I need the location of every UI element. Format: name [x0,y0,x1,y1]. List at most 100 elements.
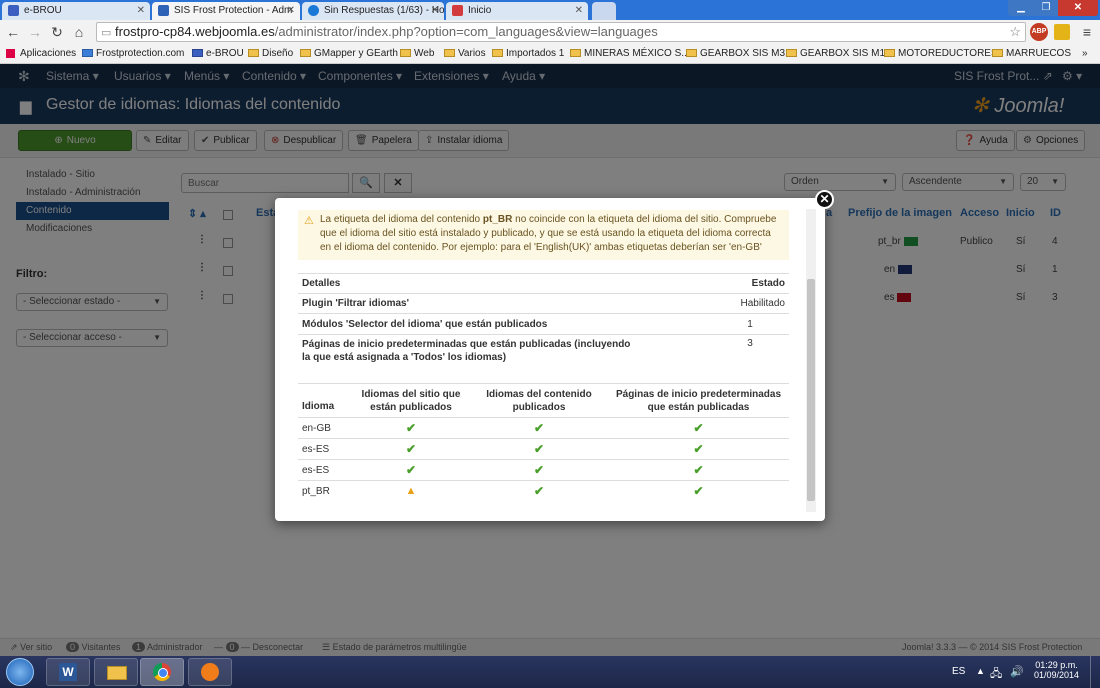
col-idiomas-sitio: Idiomas del sitio que están publicados [352,383,470,418]
close-tab-icon[interactable]: ✕ [137,2,145,19]
check-icon: ✔ [470,459,608,481]
browser-tab-sis-frost[interactable]: SIS Frost Protection - Adm ✕ [152,2,300,20]
word-taskbar-icon[interactable]: W [46,658,90,686]
bookmark-frostprotection[interactable]: Frostprotection.com [82,44,184,63]
browser-tab-inicio[interactable]: Inicio ✕ [446,2,588,20]
col-idioma: Idioma [298,383,352,418]
check-icon: ✔ [352,438,470,460]
network-icon[interactable]: 🖧 [990,665,1002,684]
bookmark-diseno[interactable]: Diseño [248,44,293,63]
page-icon: ▭ [101,27,112,39]
browser-address-bar: ← → ↻ ⌂ ▭ frostpro-cp84.webjoomla.es/adm… [0,20,1100,44]
check-icon: ✔ [470,417,608,439]
forward-arrow-icon[interactable]: → [26,22,44,42]
extension-icon[interactable] [1054,24,1070,40]
ebrou-favicon-icon [8,5,19,16]
warning-alert: ⚠ La etiqueta del idioma del contenido p… [298,210,789,260]
table-row: en-GB ✔ ✔ ✔ [298,417,789,439]
detail-label: Páginas de inicio predeterminadas que es… [298,334,711,367]
lang-tag: es-ES [298,438,352,460]
bookmark-varios[interactable]: Varios [444,44,486,63]
check-icon: ✔ [608,459,789,481]
forum-favicon-icon [308,5,319,16]
detail-value: Habilitado [711,293,789,314]
warning-triangle-icon: ▲ [352,480,470,502]
bookmark-web[interactable]: Web [400,44,434,63]
multilingual-status-modal: ⚠ La etiqueta del idioma del contenido p… [275,198,825,521]
details-header: Detalles [298,273,711,294]
start-button[interactable] [6,658,34,686]
avast-taskbar-icon[interactable] [188,658,232,686]
detail-label: Módulos 'Selector del idioma' que están … [298,313,711,335]
site-favicon-icon [192,49,203,57]
col-paginas-inicio: Páginas de inicio predeterminadas que es… [608,383,789,418]
browser-tab-ebrou[interactable]: e-BROU ✕ [2,2,150,20]
detail-value: 1 [711,313,789,335]
tray-expand-icon[interactable]: ▲ [976,666,985,676]
state-header: Estado [711,273,789,294]
check-icon: ✔ [352,417,470,439]
bookmark-ebrou[interactable]: e-BROU [192,44,244,63]
bookmarks-more-button[interactable]: » [1082,44,1088,63]
url-path: /administrator/index.php?option=com_lang… [274,24,658,39]
apps-grid-icon [6,49,15,58]
windows-taskbar: W ES ▲ 🖧 🔊 01:29 p.m. 01/09/2014 [0,656,1100,688]
new-tab-button[interactable] [592,2,616,20]
close-tab-icon[interactable]: ✕ [287,2,295,19]
bookmark-gearbox-m15[interactable]: GEARBOX SIS M15 [786,44,891,63]
close-icon[interactable]: ✕ [815,190,834,209]
table-row: es-ES ✔ ✔ ✔ [298,459,789,481]
adblock-extension-icon[interactable]: ABP [1030,23,1048,41]
table-row: pt_BR ▲ ✔ ✔ [298,480,789,502]
url-input[interactable]: ▭ frostpro-cp84.webjoomla.es/administrat… [96,22,1026,42]
minimize-window-icon[interactable]: ▁ [1008,0,1034,16]
check-icon: ✔ [608,438,789,460]
home-icon[interactable]: ⌂ [70,22,88,42]
folder-icon [300,49,311,57]
reload-icon[interactable]: ↻ [48,22,66,42]
check-icon: ✔ [608,417,789,439]
bookmarks-bar: Aplicaciones Frostprotection.com e-BROU … [0,44,1100,64]
check-icon: ✔ [470,480,608,502]
tab-label: Inicio [468,5,492,16]
volume-icon[interactable]: 🔊 [1010,665,1024,678]
bookmark-marruecos[interactable]: MARRUECOS [992,44,1071,63]
close-tab-icon[interactable]: ✕ [575,2,583,19]
clock[interactable]: 01:29 p.m. 01/09/2014 [1034,660,1079,680]
bookmark-mineras[interactable]: MINERAS MÉXICO S... [570,44,690,63]
chrome-menu-icon[interactable]: ≡ [1078,22,1096,42]
bookmark-apps[interactable]: Aplicaciones [6,44,76,63]
url-host: frostpro-cp84.webjoomla.es [115,24,275,39]
lang-tag: es-ES [298,459,352,481]
restore-window-icon[interactable]: ❐ [1034,0,1058,16]
chrome-taskbar-icon[interactable] [140,658,184,686]
tab-label: Sin Respuestas (1/63) - Ho [324,5,444,16]
show-desktop-button[interactable] [1090,656,1100,688]
explorer-taskbar-icon[interactable] [94,658,138,686]
details-table: Detalles Estado Plugin 'Filtrar idiomas'… [298,273,789,367]
joomla-favicon-icon [158,5,169,16]
bookmark-motoreductores[interactable]: MOTOREDUCTORES [884,44,998,63]
browser-tab-sin-respuestas[interactable]: Sin Respuestas (1/63) - Ho ✕ [302,2,444,20]
back-arrow-icon[interactable]: ← [4,22,22,42]
close-window-icon[interactable]: ✕ [1058,0,1098,16]
bookmark-gmapper[interactable]: GMapper y GEarth [300,44,398,63]
folder-icon [992,49,1003,57]
lang-tag: en-GB [298,417,352,439]
check-icon: ✔ [352,459,470,481]
col-idiomas-contenido: Idiomas del contenido publicados [470,383,608,418]
site-favicon-icon [82,49,93,57]
folder-icon [492,49,503,57]
scrollbar-thumb[interactable] [807,279,815,501]
inicio-favicon-icon [452,5,463,16]
bookmark-gearbox-m35[interactable]: GEARBOX SIS M3.5 [686,44,793,63]
modal-scrollbar[interactable] [806,209,816,512]
check-icon: ✔ [470,438,608,460]
detail-value: 3 [711,334,789,367]
bookmark-importados[interactable]: Importados 1 [492,44,564,63]
detail-label: Plugin 'Filtrar idiomas' [298,293,711,314]
input-language[interactable]: ES [952,666,965,677]
bookmark-star-icon[interactable]: ☆ [1009,23,1021,41]
close-tab-icon[interactable]: ✕ [431,2,439,19]
browser-tab-bar: e-BROU ✕ SIS Frost Protection - Adm ✕ Si… [0,0,1100,20]
